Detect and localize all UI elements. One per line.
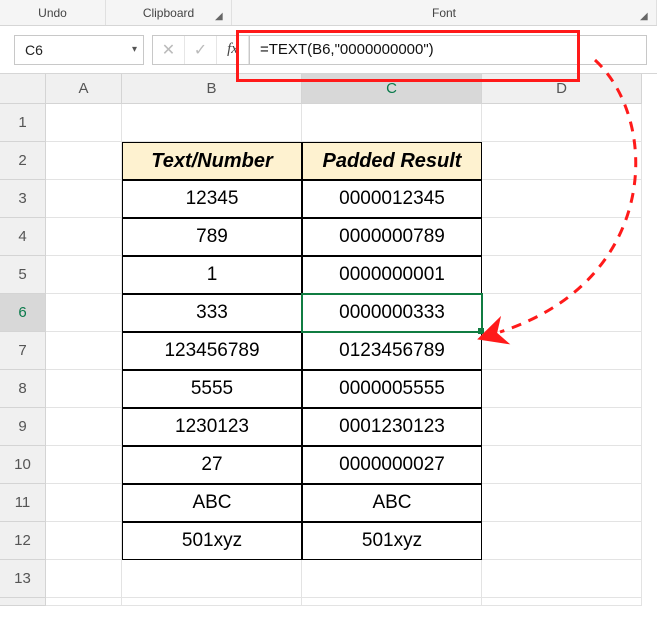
row-header[interactable]: 11 [0,484,46,522]
cell[interactable]: 12345 [122,180,302,218]
formula-bar: C6 ▾ ✕ ✓ fx =TEXT(B6,"0000000000") [0,26,657,74]
ribbon-label-clipboard: Clipboard [143,6,194,20]
cell[interactable] [302,560,482,598]
cell[interactable] [122,598,302,606]
col-header-b[interactable]: B [122,74,302,104]
cell[interactable]: 0000005555 [302,370,482,408]
cell[interactable] [302,598,482,606]
cell[interactable] [482,522,642,560]
dialog-launcher-icon[interactable]: ◢ [215,11,227,23]
cell[interactable]: 1230123 [122,408,302,446]
name-box-value: C6 [25,42,43,58]
dialog-launcher-icon[interactable]: ◢ [640,11,652,23]
cell[interactable] [46,446,122,484]
cell[interactable]: 5555 [122,370,302,408]
cell[interactable]: 1 [122,256,302,294]
name-box[interactable]: C6 ▾ [14,35,144,65]
cell[interactable] [482,560,642,598]
accept-formula-icon[interactable]: ✓ [185,36,217,64]
cell[interactable] [46,560,122,598]
cell[interactable]: 0000000027 [302,446,482,484]
cell[interactable]: ABC [122,484,302,522]
cell[interactable]: 123456789 [122,332,302,370]
cell[interactable]: 789 [122,218,302,256]
table-header-text-number[interactable]: Text/Number [122,142,302,180]
row-header[interactable]: 5 [0,256,46,294]
col-header-d[interactable]: D [482,74,642,104]
cell[interactable] [46,408,122,446]
cell[interactable] [482,218,642,256]
formula-input[interactable]: =TEXT(B6,"0000000000") [250,35,647,65]
cell[interactable] [482,370,642,408]
row-header[interactable]: 6 [0,294,46,332]
cell[interactable]: 0123456789 [302,332,482,370]
cell[interactable] [46,598,122,606]
ribbon-group-undo[interactable]: Undo [0,0,106,25]
row-header[interactable]: 7 [0,332,46,370]
cell[interactable]: 501xyz [122,522,302,560]
cell[interactable] [46,522,122,560]
cell[interactable] [482,294,642,332]
active-cell[interactable]: 0000000333 [302,294,482,332]
cell[interactable]: 0000000001 [302,256,482,294]
cell[interactable]: 27 [122,446,302,484]
cell[interactable] [122,560,302,598]
ribbon-label-font: Font [432,6,456,20]
cell[interactable]: 0000000789 [302,218,482,256]
cell[interactable] [46,142,122,180]
row-header[interactable]: 4 [0,218,46,256]
ribbon-strip: Undo Clipboard ◢ Font ◢ [0,0,657,26]
formula-buttons: ✕ ✓ fx [152,35,250,65]
row-header[interactable]: 8 [0,370,46,408]
cell[interactable] [482,104,642,142]
row-header[interactable]: 9 [0,408,46,446]
cell[interactable] [46,332,122,370]
cell[interactable] [122,104,302,142]
cell[interactable]: 0000012345 [302,180,482,218]
cell[interactable] [46,256,122,294]
cell[interactable] [482,180,642,218]
cell[interactable] [482,598,642,606]
cell[interactable] [46,370,122,408]
cell[interactable] [482,256,642,294]
cell[interactable]: ABC [302,484,482,522]
table-header-padded-result[interactable]: Padded Result [302,142,482,180]
ribbon-group-font[interactable]: Font ◢ [232,0,657,25]
select-all-corner[interactable] [0,74,46,104]
cell[interactable] [46,218,122,256]
cell[interactable] [302,104,482,142]
ribbon-label-undo: Undo [38,6,67,20]
spreadsheet-grid[interactable]: A B C D 1 2 Text/Number Padded Result 3 … [0,74,657,636]
cell[interactable]: 333 [122,294,302,332]
cell[interactable] [46,104,122,142]
cell[interactable] [482,408,642,446]
cell[interactable] [482,446,642,484]
row-header[interactable]: 1 [0,104,46,142]
col-header-c[interactable]: C [302,74,482,104]
chevron-down-icon[interactable]: ▾ [132,44,137,55]
cell[interactable] [46,180,122,218]
row-header[interactable]: 3 [0,180,46,218]
row-header[interactable]: 2 [0,142,46,180]
col-header-a[interactable]: A [46,74,122,104]
ribbon-group-clipboard[interactable]: Clipboard ◢ [106,0,232,25]
cell[interactable] [482,142,642,180]
row-header[interactable] [0,598,46,606]
cell[interactable] [46,294,122,332]
fx-icon[interactable]: fx [217,36,249,64]
row-header[interactable]: 12 [0,522,46,560]
cell[interactable] [46,484,122,522]
row-header[interactable]: 13 [0,560,46,598]
formula-text: =TEXT(B6,"0000000000") [260,41,434,58]
cancel-formula-icon[interactable]: ✕ [153,36,185,64]
cell[interactable]: 0001230123 [302,408,482,446]
row-header[interactable]: 10 [0,446,46,484]
cell[interactable] [482,332,642,370]
cell[interactable] [482,484,642,522]
cell[interactable]: 501xyz [302,522,482,560]
